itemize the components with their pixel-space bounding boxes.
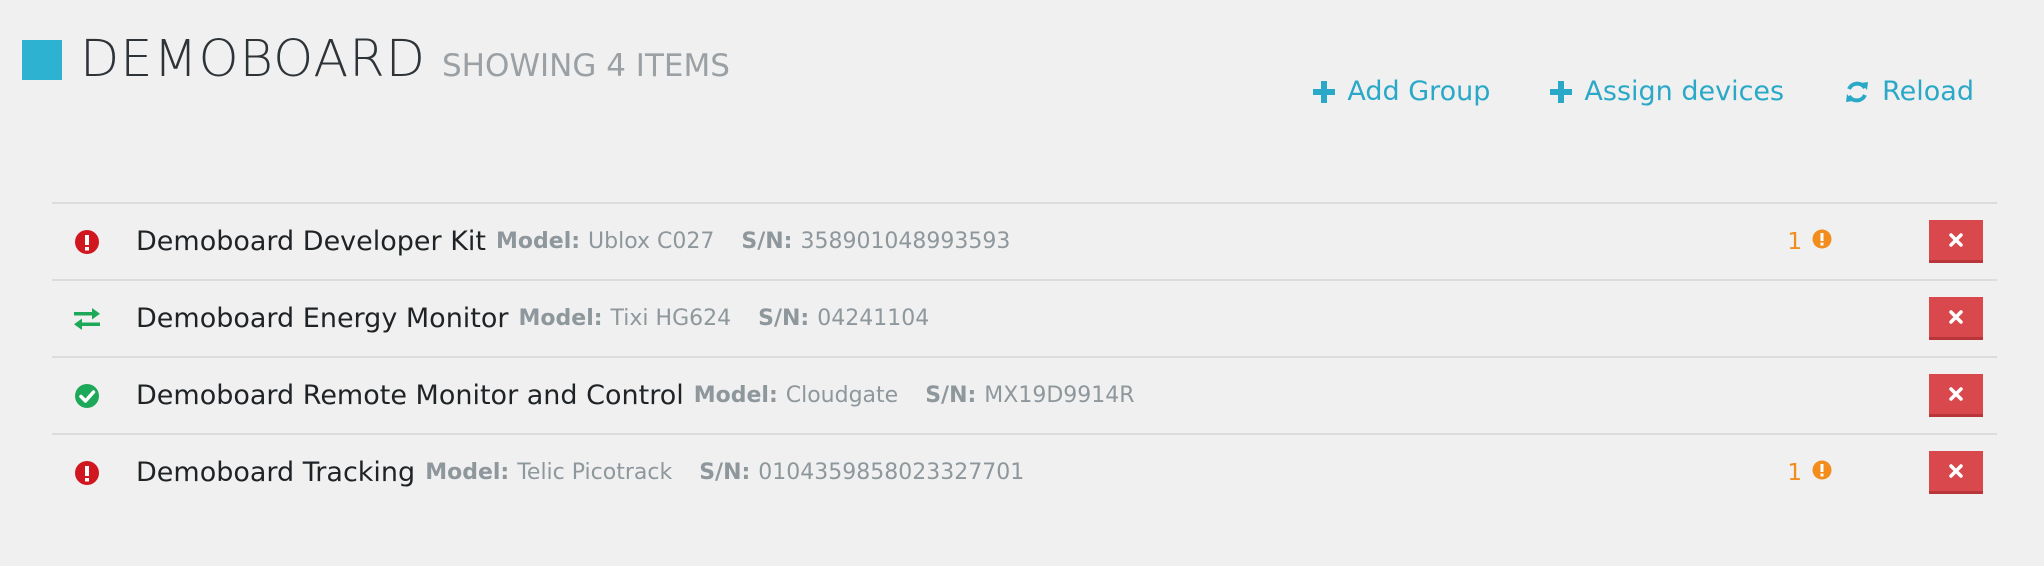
sn-label: S/N: xyxy=(699,460,751,485)
close-icon xyxy=(1949,233,1963,247)
device-row[interactable]: Demoboard Tracking Model: Telic Picotrac… xyxy=(52,433,1997,510)
model-label: Model: xyxy=(425,460,510,485)
refresh-icon xyxy=(1844,79,1870,105)
exchange-arrows-icon xyxy=(72,304,102,334)
close-icon xyxy=(1949,387,1963,401)
model-value: Cloudgate xyxy=(785,383,899,408)
device-list: Demoboard Developer Kit Model: Ublox C02… xyxy=(52,202,1997,510)
sn-value: 358901048993593 xyxy=(800,229,1011,254)
page-title: DEMOBOARD xyxy=(80,30,426,89)
device-row[interactable]: Demoboard Energy Monitor Model: Tixi HG6… xyxy=(52,279,1997,356)
alert-count[interactable]: 1 xyxy=(1787,229,1832,255)
sn-label: S/N: xyxy=(758,306,810,331)
sn-value: 0104359858023327701 xyxy=(758,460,1025,485)
model-value: Tixi HG624 xyxy=(610,306,732,331)
alert-count-number: 1 xyxy=(1787,228,1802,255)
device-name[interactable]: Demoboard Developer Kit xyxy=(136,226,486,257)
toolbar: Add Group Assign devices Reload xyxy=(1313,76,1974,107)
delete-button[interactable] xyxy=(1929,220,1983,263)
brand-square-icon xyxy=(22,39,62,80)
warning-circle-icon xyxy=(1812,460,1832,486)
assign-devices-button[interactable]: Assign devices xyxy=(1550,76,1784,107)
item-count: SHOWING 4 ITEMS xyxy=(441,48,730,84)
add-group-label: Add Group xyxy=(1347,76,1491,107)
model-label: Model: xyxy=(693,383,778,408)
device-name[interactable]: Demoboard Tracking xyxy=(136,457,415,488)
exclamation-circle-icon xyxy=(72,458,102,488)
exclamation-circle-icon xyxy=(72,227,102,257)
reload-label: Reload xyxy=(1882,76,1974,107)
sn-value: 04241104 xyxy=(817,306,930,331)
model-label: Model: xyxy=(518,306,603,331)
device-name[interactable]: Demoboard Remote Monitor and Control xyxy=(136,380,684,411)
sn-label: S/N: xyxy=(741,229,793,254)
model-value: Telic Picotrack xyxy=(517,460,673,485)
warning-circle-icon xyxy=(1812,229,1832,255)
model-value: Ublox C027 xyxy=(588,229,715,254)
plus-icon xyxy=(1313,80,1336,103)
device-row[interactable]: Demoboard Remote Monitor and Control Mod… xyxy=(52,356,1997,433)
device-name[interactable]: Demoboard Energy Monitor xyxy=(136,303,509,334)
plus-icon xyxy=(1550,80,1573,103)
add-group-button[interactable]: Add Group xyxy=(1313,76,1490,107)
page-header: DEMOBOARD SHOWING 4 ITEMS xyxy=(22,30,730,89)
assign-devices-label: Assign devices xyxy=(1584,76,1785,107)
model-label: Model: xyxy=(496,229,581,254)
close-icon xyxy=(1949,310,1963,324)
check-circle-icon xyxy=(72,381,102,411)
sn-value: MX19D9914R xyxy=(984,383,1135,408)
sn-label: S/N: xyxy=(925,383,977,408)
alert-count[interactable]: 1 xyxy=(1787,460,1832,486)
alert-count-number: 1 xyxy=(1787,459,1802,486)
delete-button[interactable] xyxy=(1929,374,1983,417)
delete-button[interactable] xyxy=(1929,451,1983,494)
close-icon xyxy=(1949,464,1963,478)
reload-button[interactable]: Reload xyxy=(1844,76,1974,107)
delete-button[interactable] xyxy=(1929,297,1983,340)
device-row[interactable]: Demoboard Developer Kit Model: Ublox C02… xyxy=(52,202,1997,279)
